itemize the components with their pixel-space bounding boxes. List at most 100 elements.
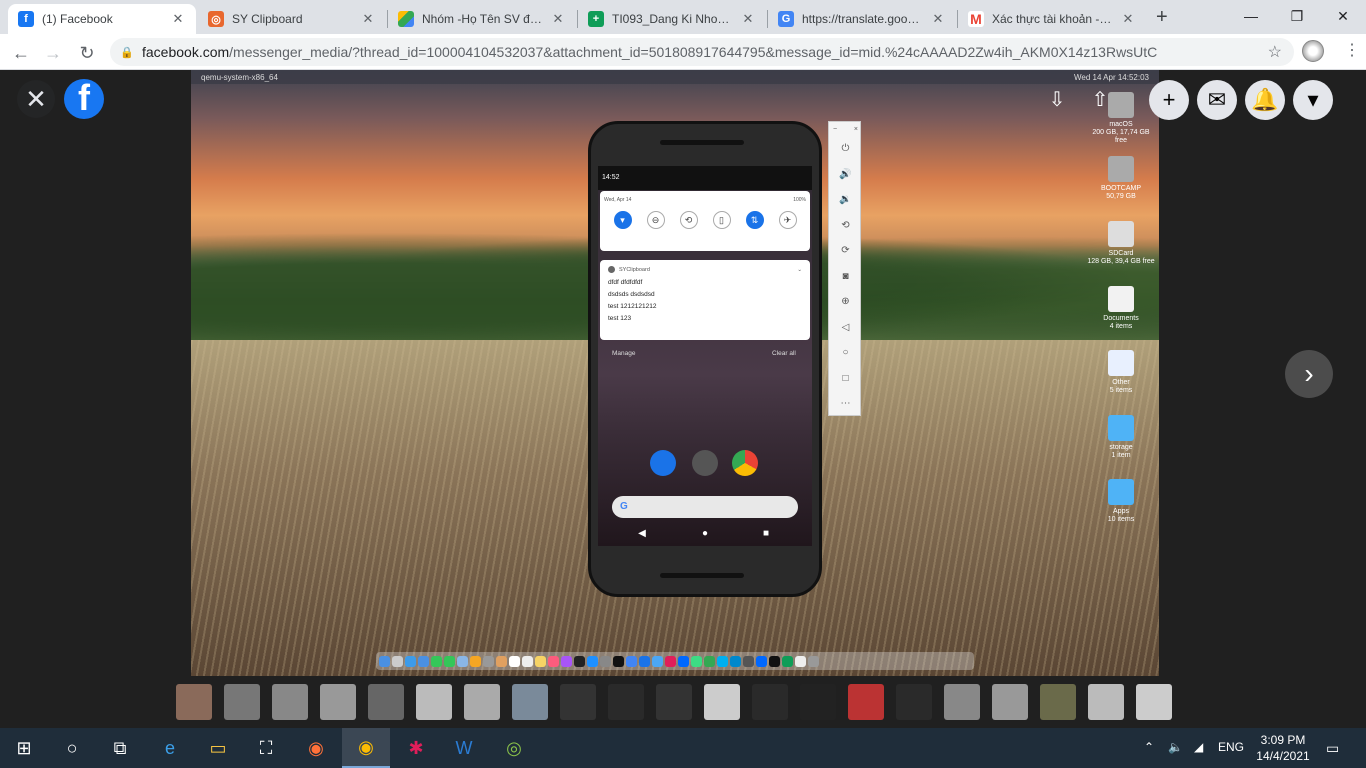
tab-google-drive[interactable]: Nhóm -Họ Tên SV đại diện ✕ bbox=[388, 4, 576, 34]
thumbnail[interactable] bbox=[416, 684, 452, 720]
maximize-button[interactable]: ❐ bbox=[1274, 0, 1320, 32]
notes-icon[interactable] bbox=[496, 655, 507, 667]
mail-icon[interactable] bbox=[418, 655, 429, 667]
close-tab-icon[interactable]: ✕ bbox=[170, 11, 186, 27]
taskbar-clock[interactable]: 3:09 PM 14/4/2021 bbox=[1256, 732, 1310, 764]
language-indicator[interactable]: ENG bbox=[1218, 740, 1244, 754]
camera-icon[interactable]: ◙ bbox=[829, 264, 862, 290]
battery-saver-tile-icon[interactable]: ▯ bbox=[712, 211, 731, 229]
android-icon[interactable] bbox=[704, 655, 715, 667]
download-icon[interactable]: ⇩ bbox=[1044, 86, 1070, 112]
slack-icon[interactable] bbox=[665, 655, 676, 667]
manage-notifications-button[interactable]: Manage bbox=[612, 350, 636, 357]
thumbnail[interactable] bbox=[944, 684, 980, 720]
slack-taskbar-icon[interactable]: ✱ bbox=[392, 728, 440, 768]
safari-icon[interactable] bbox=[405, 655, 416, 667]
menu-kebab-icon[interactable]: ⋮ bbox=[1344, 40, 1360, 60]
thumbnail[interactable] bbox=[320, 684, 356, 720]
tab-sheets[interactable]: + TI093_Dang Ki Nhom & De Tai ✕ bbox=[578, 4, 766, 34]
rotate-tile-icon[interactable]: ⟲ bbox=[679, 211, 698, 229]
next-image-button[interactable]: › bbox=[1285, 350, 1333, 398]
tab-translate[interactable]: G https://translate.google.com ✕ bbox=[768, 4, 956, 34]
app-taskbar-icon[interactable]: ◎ bbox=[490, 728, 538, 768]
thumbnail[interactable] bbox=[896, 684, 932, 720]
messenger-icon[interactable]: ✉ bbox=[1197, 80, 1237, 120]
tab-facebook[interactable]: f (1) Facebook ✕ bbox=[8, 4, 196, 34]
rotate-right-icon[interactable]: ⟳ bbox=[829, 238, 862, 264]
clipboard-notification[interactable]: SYClipboard ⌄ dfdf dfdfdfdf dsdsds dsdsds… bbox=[600, 260, 810, 340]
address-bar[interactable]: 🔒 facebook.com /messenger_media/?thread_… bbox=[110, 38, 1294, 66]
notification-center-icon[interactable]: ▭ bbox=[1326, 740, 1339, 757]
launchpad-icon[interactable] bbox=[392, 655, 403, 667]
close-tab-icon[interactable]: ✕ bbox=[550, 11, 566, 27]
dnd-tile-icon[interactable]: ⊖ bbox=[646, 211, 665, 229]
thumbnail[interactable] bbox=[704, 684, 740, 720]
trash-icon[interactable] bbox=[808, 655, 819, 667]
finder-icon[interactable] bbox=[379, 655, 390, 667]
store-icon[interactable]: ⛶ bbox=[242, 728, 290, 768]
thumbnail[interactable] bbox=[608, 684, 644, 720]
network-icon[interactable]: ◢ bbox=[1194, 740, 1203, 754]
close-viewer-button[interactable]: ✕ bbox=[17, 80, 55, 118]
volume-down-icon[interactable]: 🔉 bbox=[829, 187, 862, 213]
facetime-icon[interactable] bbox=[431, 655, 442, 667]
edge-icon[interactable]: e bbox=[146, 728, 194, 768]
file-explorer-icon[interactable]: ▭ bbox=[194, 728, 242, 768]
google-search-bar[interactable]: G bbox=[612, 496, 798, 518]
search-icon[interactable]: ○ bbox=[48, 728, 96, 768]
minimize-button[interactable]: — bbox=[1228, 0, 1274, 32]
thumbnail[interactable] bbox=[992, 684, 1028, 720]
firefox-icon[interactable]: ◉ bbox=[292, 728, 340, 768]
volume-icon[interactable]: 🔈 bbox=[1168, 740, 1183, 754]
terminal-doc-icon[interactable] bbox=[769, 655, 780, 667]
reload-icon[interactable]: ↻ bbox=[74, 40, 100, 66]
data-tile-icon[interactable]: ⇅ bbox=[745, 211, 764, 229]
close-tab-icon[interactable]: ✕ bbox=[740, 11, 756, 27]
podcasts-icon[interactable] bbox=[561, 655, 572, 667]
chrome-dock-icon[interactable] bbox=[626, 655, 637, 667]
close-window-button[interactable]: ✕ bbox=[1320, 0, 1366, 32]
airplane-tile-icon[interactable]: ✈ bbox=[778, 211, 797, 229]
back-icon[interactable]: ◁ bbox=[829, 315, 862, 341]
more-icon[interactable]: ⋯ bbox=[829, 391, 862, 417]
tab-sy-clipboard[interactable]: ◎ SY Clipboard ✕ bbox=[198, 4, 386, 34]
account-dropdown-icon[interactable]: ▾ bbox=[1293, 80, 1333, 120]
thumbnail[interactable] bbox=[752, 684, 788, 720]
zalo-icon[interactable] bbox=[678, 655, 689, 667]
tv-icon[interactable] bbox=[574, 655, 585, 667]
photos-icon[interactable] bbox=[470, 655, 481, 667]
task-view-icon[interactable]: ⧉ bbox=[96, 728, 144, 768]
bookmark-star-icon[interactable]: ☆ bbox=[1268, 42, 1282, 62]
facebook-logo[interactable]: f bbox=[64, 79, 104, 119]
doc-icon[interactable] bbox=[782, 655, 793, 667]
windows-start-icon[interactable]: ⊞ bbox=[0, 728, 48, 768]
profile-avatar[interactable] bbox=[1302, 40, 1324, 62]
recents-nav-icon[interactable]: ■ bbox=[756, 528, 776, 539]
close-tab-icon[interactable]: ✕ bbox=[360, 11, 376, 27]
close-icon[interactable]: × bbox=[854, 126, 858, 133]
thumbnail[interactable] bbox=[848, 684, 884, 720]
messages-icon[interactable] bbox=[444, 655, 455, 667]
xcode-icon[interactable] bbox=[652, 655, 663, 667]
contacts-icon[interactable] bbox=[483, 655, 494, 667]
wifi-tile-icon[interactable]: ▾ bbox=[613, 211, 632, 229]
back-arrow-icon[interactable]: ← bbox=[8, 40, 34, 66]
volume-up-icon[interactable]: 🔊 bbox=[829, 162, 862, 188]
new-tab-button[interactable]: + bbox=[1156, 6, 1168, 29]
zalo-doc-icon[interactable] bbox=[756, 655, 767, 667]
forward-arrow-icon[interactable]: → bbox=[40, 40, 66, 66]
thumbnail[interactable] bbox=[272, 684, 308, 720]
downloads-icon[interactable] bbox=[795, 655, 806, 667]
zoom-icon[interactable]: ⊕ bbox=[829, 289, 862, 315]
rotate-left-icon[interactable]: ⟲ bbox=[829, 213, 862, 239]
thumbnail[interactable] bbox=[656, 684, 692, 720]
thumbnail[interactable] bbox=[1136, 684, 1172, 720]
clear-all-button[interactable]: Clear all bbox=[772, 350, 796, 357]
word-icon[interactable]: W bbox=[440, 728, 488, 768]
telegram-icon[interactable] bbox=[730, 655, 741, 667]
thumbnail[interactable] bbox=[1088, 684, 1124, 720]
stickies-icon[interactable] bbox=[535, 655, 546, 667]
close-tab-icon[interactable]: ✕ bbox=[930, 11, 946, 27]
skype-icon[interactable] bbox=[717, 655, 728, 667]
chevron-up-icon[interactable]: ⌃ bbox=[1144, 740, 1154, 754]
